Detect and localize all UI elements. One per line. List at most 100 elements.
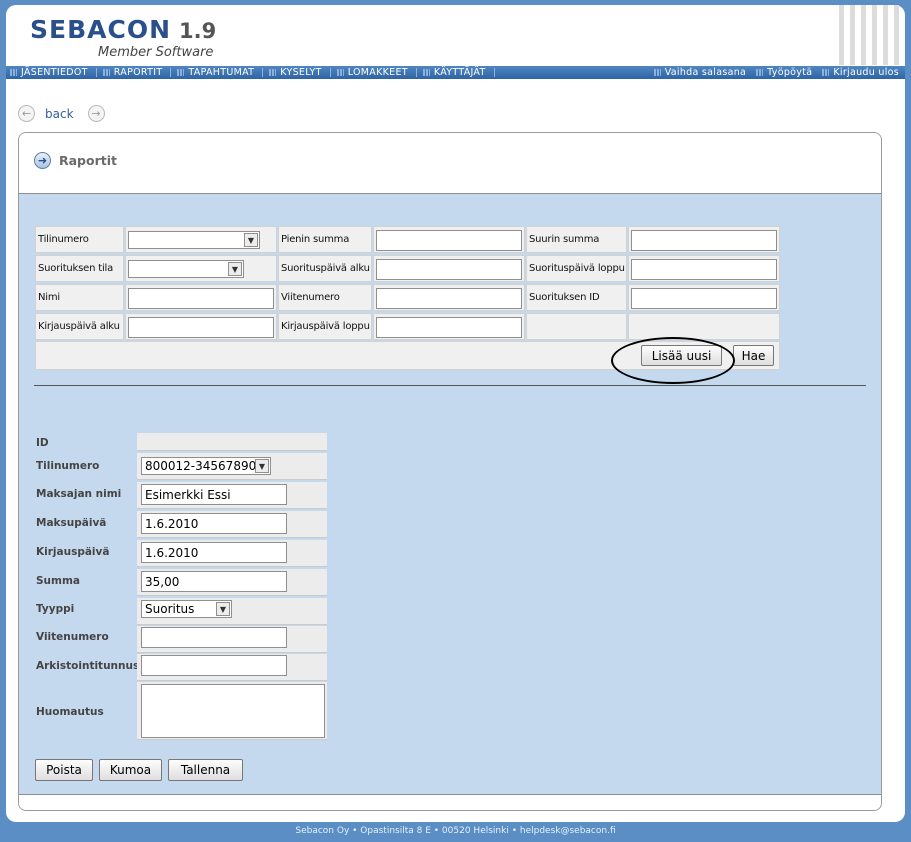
filter-field-cell xyxy=(628,284,780,311)
filter-kirjauspaiva-alku-input[interactable] xyxy=(128,317,274,338)
filter-label-cell: Pienin summa xyxy=(278,226,372,253)
nav-item-kirjaudu-ulos[interactable]: Kirjaudu ulos xyxy=(818,67,905,78)
forward-arrow-icon[interactable]: → xyxy=(87,105,105,122)
back-link[interactable]: back xyxy=(45,107,74,121)
chevron-down-icon: ▼ xyxy=(228,262,242,276)
filter-pienin-summa-input[interactable] xyxy=(376,230,522,251)
form-label-arkistointitunnus: Arkistointitunnus xyxy=(36,660,140,672)
filter-label-cell: Suorituksen ID xyxy=(526,284,627,311)
viitenumero-input[interactable] xyxy=(141,627,287,648)
form-label-kirjauspaiva: Kirjauspäivä xyxy=(36,546,110,558)
form-label-id: ID xyxy=(36,437,49,449)
form-field-id xyxy=(137,433,327,451)
logo-text: SEBACON xyxy=(30,15,172,44)
nav-bullet-icon xyxy=(102,69,110,76)
filter-suorituksen-tila-select[interactable]: ▼ xyxy=(128,260,244,278)
chevron-down-icon: ▼ xyxy=(244,233,258,247)
form-label-tilinumero: Tilinumero xyxy=(36,460,100,472)
filter-suorituksen-id-input[interactable] xyxy=(631,288,777,309)
nav-bullet-icon xyxy=(269,69,277,76)
filter-field-cell: ▼ xyxy=(125,255,277,282)
filter-label-cell: Kirjauspäivä alku xyxy=(35,313,124,340)
reports-panel: ➜ Raportit Tilinumero ▼ Pienin summa Suu… xyxy=(18,132,882,811)
page-footer: Sebacon Oy • Opastinsilta 8 E • 00520 He… xyxy=(295,826,616,836)
panel-header: ➜ Raportit xyxy=(19,133,881,194)
nav-right-group: Vaihda salasana Työpöytä Kirjaudu ulos xyxy=(650,67,905,78)
nav-divider xyxy=(262,68,264,77)
filter-empty-cell xyxy=(526,313,627,340)
filter-viitenumero-input[interactable] xyxy=(376,288,522,309)
filter-label-nimi: Nimi xyxy=(38,292,60,303)
app-header: SEBACON 1.9 Member Software xyxy=(6,5,905,65)
filter-field-cell xyxy=(373,284,525,311)
nav-item-kayttajat[interactable]: KÄYTTÄJÄT xyxy=(419,67,492,78)
nav-item-kyselyt[interactable]: KYSELYT xyxy=(265,67,327,78)
logo-subtitle: Member Software xyxy=(98,45,214,60)
filter-label-suurin-summa: Suurin summa xyxy=(529,234,600,245)
main-nav: JÄSENTIEDOT RAPORTIT TAPAHTUMAT KYSELYT … xyxy=(6,66,905,79)
logo-version: 1.9 xyxy=(179,19,217,43)
filter-nimi-input[interactable] xyxy=(128,288,274,309)
history-nav: ← back → xyxy=(18,105,105,122)
filter-label-tilinumero: Tilinumero xyxy=(38,234,89,245)
tyyppi-select[interactable]: Suoritus ▼ xyxy=(141,600,232,618)
search-button[interactable]: Hae xyxy=(733,345,774,366)
filter-empty-cell xyxy=(628,313,780,340)
arkistointitunnus-input[interactable] xyxy=(141,655,287,676)
filter-suorituspaiva-alku-input[interactable] xyxy=(376,259,522,280)
filter-field-cell xyxy=(628,255,780,282)
nav-bullet-icon xyxy=(177,69,185,76)
filter-label-cell: Suurin summa xyxy=(526,226,627,253)
save-button[interactable]: Tallenna xyxy=(168,759,243,781)
nav-bullet-icon xyxy=(336,69,344,76)
filter-label-cell: Viitenumero xyxy=(278,284,372,311)
filter-label-suorituksen-id: Suorituksen ID xyxy=(529,292,600,303)
app-window: SEBACON 1.9 Member Software JÄSENTIEDOT R… xyxy=(6,5,905,822)
filter-suurin-summa-input[interactable] xyxy=(631,230,777,251)
back-arrow-icon[interactable]: ← xyxy=(18,105,35,122)
form-label-huomautus: Huomautus xyxy=(36,706,104,718)
filter-label-suorituspaiva-loppu: Suorituspäivä loppu xyxy=(529,263,625,274)
filter-label-cell: Tilinumero xyxy=(35,226,124,253)
summa-input[interactable] xyxy=(141,571,287,592)
form-label-maksajan-nimi: Maksajan nimi xyxy=(36,488,122,500)
filter-label-cell: Kirjauspäivä loppu xyxy=(278,313,372,340)
huomautus-textarea[interactable] xyxy=(141,684,325,738)
nav-item-tapahtumat[interactable]: TAPAHTUMAT xyxy=(173,67,260,78)
cancel-button[interactable]: Kumoa xyxy=(99,759,162,781)
nav-divider xyxy=(329,68,331,77)
nav-bullet-icon xyxy=(422,69,430,76)
panel-footer xyxy=(19,794,881,810)
divider xyxy=(34,385,866,386)
filter-field-cell xyxy=(373,255,525,282)
filter-kirjauspaiva-loppu-input[interactable] xyxy=(376,317,522,338)
kirjauspaiva-input[interactable] xyxy=(141,542,287,563)
maksupaiva-input[interactable] xyxy=(141,513,287,534)
filter-label-pienin-summa: Pienin summa xyxy=(281,234,350,245)
delete-button[interactable]: Poista xyxy=(35,759,93,781)
nav-item-tyopoyta[interactable]: Työpöytä xyxy=(752,67,818,78)
form-label-viitenumero: Viitenumero xyxy=(36,631,109,643)
tilinumero-select[interactable]: 800012-34567890 ▼ xyxy=(141,457,271,475)
nav-item-vaihda-salasana[interactable]: Vaihda salasana xyxy=(650,67,752,78)
header-decoration xyxy=(795,5,905,65)
nav-item-jasentiedot[interactable]: JÄSENTIEDOT xyxy=(6,67,94,78)
maksajan-nimi-input[interactable] xyxy=(141,484,287,505)
form-label-summa: Summa xyxy=(36,575,81,587)
filter-label-cell: Nimi xyxy=(35,284,124,311)
filter-label-kirjauspaiva-alku: Kirjauspäivä alku xyxy=(38,321,120,332)
logo: SEBACON 1.9 Member Software xyxy=(30,15,217,60)
arrow-right-icon: ➜ xyxy=(34,152,51,169)
filter-field-cell xyxy=(125,284,277,311)
highlight-circle xyxy=(611,337,735,384)
filter-label-viitenumero: Viitenumero xyxy=(281,292,340,303)
filter-tilinumero-select[interactable]: ▼ xyxy=(128,231,260,249)
nav-item-lomakkeet[interactable]: LOMAKKEET xyxy=(333,67,414,78)
nav-bullet-icon xyxy=(822,69,830,76)
filter-field-cell xyxy=(125,313,277,340)
filter-field-cell xyxy=(373,313,525,340)
nav-item-raportit[interactable]: RAPORTIT xyxy=(99,67,169,78)
form-label-tyyppi: Tyyppi xyxy=(36,603,75,615)
filter-label-suorituspaiva-alku: Suorituspäivä alku xyxy=(281,263,370,274)
filter-suorituspaiva-loppu-input[interactable] xyxy=(631,259,777,280)
